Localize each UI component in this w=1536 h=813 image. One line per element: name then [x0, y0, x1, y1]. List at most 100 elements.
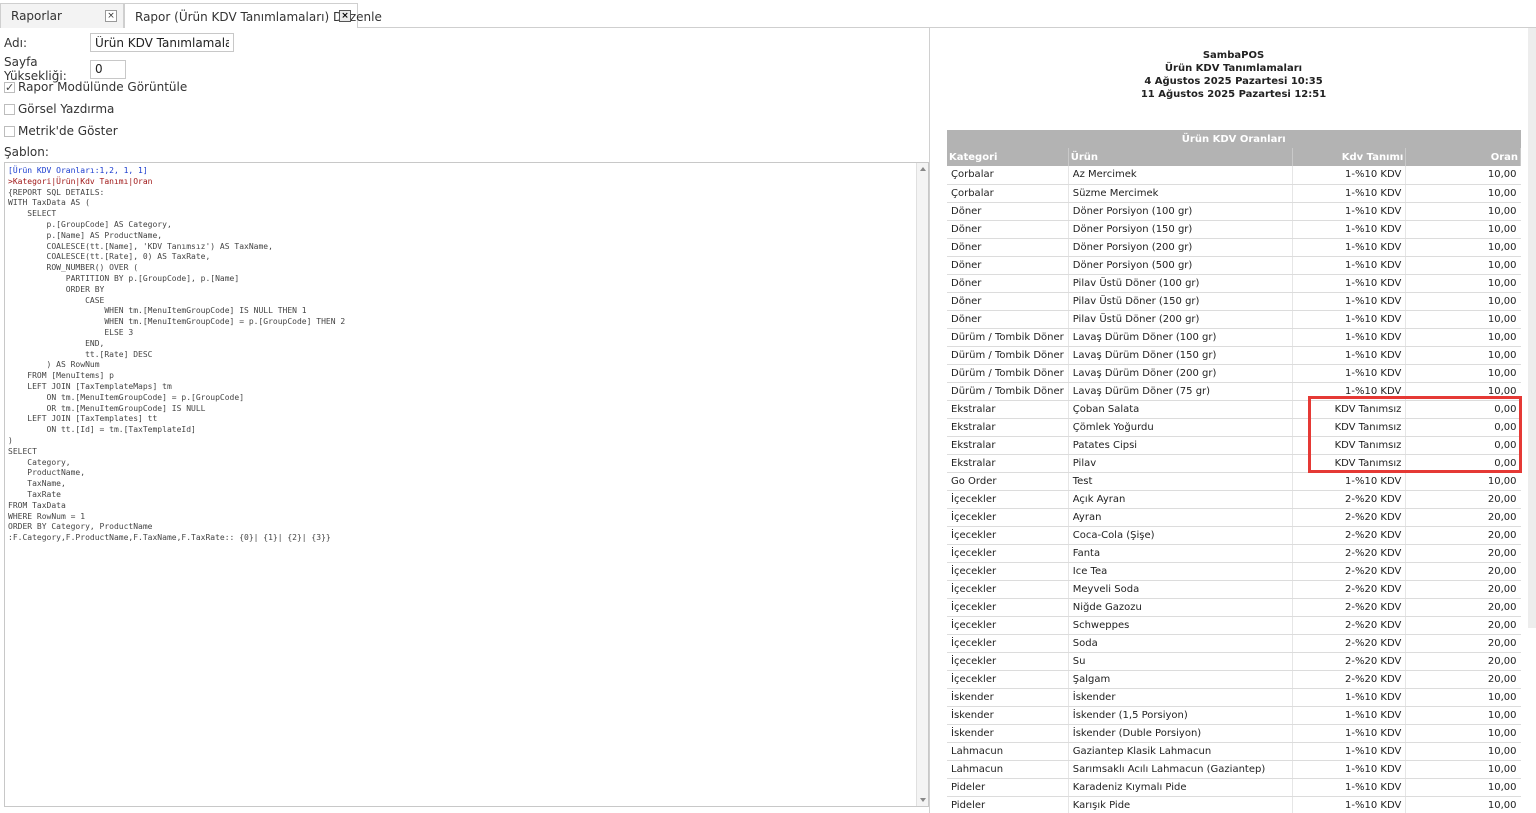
- table-row: İçecekler Fanta 2-%20 KDV 20,00: [947, 544, 1521, 563]
- tab-reports[interactable]: Raporlar ×: [0, 3, 124, 28]
- cell-category: Dürüm / Tombik Döner: [947, 328, 1069, 347]
- close-icon[interactable]: ×: [105, 10, 117, 22]
- code-line: END,: [8, 338, 105, 348]
- code-line: :F.Category,F.ProductName,F.TaxName,F.Ta…: [8, 533, 331, 543]
- table-header-row: Kategori Ürün Kdv Tanımı Oran: [947, 148, 1521, 166]
- table-row: Döner Pilav Üstü Döner (100 gr) 1-%10 KDV 1…: [947, 274, 1521, 293]
- table-row: İçecekler Açık Ayran 2-%20 KDV 20,00: [947, 490, 1521, 509]
- table-body: Çorbalar Az Mercimek 1-%10 KDV 10,00 Çorbala…: [947, 166, 1521, 813]
- cell-category: Çorbalar: [947, 184, 1069, 203]
- code-line: LEFT JOIN [TaxTemplateMaps] tm: [8, 381, 172, 391]
- cell-category: İçecekler: [947, 634, 1069, 653]
- cell-category: Döner: [947, 274, 1069, 293]
- cell-category: Döner: [947, 310, 1069, 329]
- code-line: p.[Name] AS ProductName,: [8, 230, 163, 240]
- code-line: ELSE 3: [8, 327, 134, 337]
- template-code[interactable]: [Ürün KDV Oranları:1,2, 1, 1] >Kategori|Ü…: [8, 166, 345, 544]
- report-company: SambaPOS: [1202, 50, 1265, 61]
- visual-print-label: Görsel Yazdırma: [18, 102, 115, 116]
- template-scrollbar[interactable]: [916, 163, 928, 806]
- visual-print-row[interactable]: Görsel Yazdırma: [4, 102, 114, 116]
- cell-category: Ekstralar: [947, 400, 1069, 419]
- tab-label: Raporlar: [11, 9, 62, 23]
- code-line: PARTITION BY p.[GroupCode], p.[Name]: [8, 273, 240, 283]
- table-row: Lahmacun Sarımsaklı Acılı Lahmacun (Gazia…: [947, 760, 1521, 779]
- close-icon[interactable]: ×: [339, 10, 351, 22]
- template-label-row: Şablon:: [4, 145, 49, 159]
- column-header: Kdv Tanımı: [1292, 148, 1407, 166]
- show-in-metric-checkbox[interactable]: [4, 125, 15, 137]
- cell-category: Döner: [947, 256, 1069, 275]
- show-in-reports-checkbox[interactable]: ✓: [4, 81, 15, 93]
- cell-tax-name: KDV Tanımsız: [1292, 454, 1407, 473]
- cell-product: Döner Porsiyon (150 gr): [1068, 220, 1294, 239]
- cell-rate: 10,00: [1405, 472, 1521, 491]
- cell-tax-name: 2-%20 KDV: [1292, 508, 1407, 527]
- table-row: Döner Döner Porsiyon (200 gr) 1-%10 KDV 10,…: [947, 238, 1521, 257]
- cell-rate: 10,00: [1405, 796, 1521, 813]
- cell-rate: 0,00: [1405, 454, 1521, 473]
- cell-rate: 10,00: [1405, 292, 1521, 311]
- cell-product: Ice Tea: [1068, 562, 1294, 581]
- code-line: ON tt.[Id] = tm.[TaxTemplateId]: [8, 425, 196, 435]
- cell-category: Döner: [947, 202, 1069, 221]
- cell-product: Gaziantep Klasik Lahmacun: [1068, 742, 1294, 761]
- code-line: SELECT: [8, 446, 37, 456]
- preview-scrollbar[interactable]: [1528, 28, 1536, 628]
- table-row: Go Order Test 1-%10 KDV 10,00: [947, 472, 1521, 491]
- cell-category: İçecekler: [947, 580, 1069, 599]
- cell-category: Ekstralar: [947, 418, 1069, 437]
- cell-category: İçecekler: [947, 544, 1069, 563]
- report-editor-pane: Adı: Sayfa Yüksekliği: ✓ Rapor Modülünde…: [0, 28, 930, 813]
- cell-rate: 10,00: [1405, 706, 1521, 725]
- table-row: Dürüm / Tombik Döner Lavaş Dürüm Döner (1…: [947, 346, 1521, 365]
- cell-category: Pideler: [947, 778, 1069, 797]
- cell-product: Patates Cipsi: [1068, 436, 1294, 455]
- cell-tax-name: KDV Tanımsız: [1292, 400, 1407, 419]
- template-editor[interactable]: [Ürün KDV Oranları:1,2, 1, 1] >Kategori|Ü…: [4, 162, 929, 807]
- cell-rate: 10,00: [1405, 274, 1521, 293]
- table-row: İçecekler Soda 2-%20 KDV 20,00: [947, 634, 1521, 653]
- visual-print-checkbox[interactable]: [4, 103, 15, 115]
- cell-rate: 10,00: [1405, 382, 1521, 401]
- table-row: İçecekler Şalgam 2-%20 KDV 20,00: [947, 670, 1521, 689]
- cell-product: Su: [1068, 652, 1294, 671]
- table-row: Dürüm / Tombik Döner Lavaş Dürüm Döner (7…: [947, 382, 1521, 401]
- cell-rate: 10,00: [1405, 238, 1521, 257]
- cell-tax-name: 1-%10 KDV: [1292, 328, 1407, 347]
- cell-rate: 10,00: [1405, 328, 1521, 347]
- tab-edit-report[interactable]: Rapor (Ürün KDV Tanımlamaları) Düzenle ×: [124, 3, 382, 29]
- cell-tax-name: 2-%20 KDV: [1292, 652, 1407, 671]
- cell-rate: 10,00: [1405, 184, 1521, 203]
- cell-product: Karadeniz Kıymalı Pide: [1068, 778, 1294, 797]
- cell-rate: 10,00: [1405, 310, 1521, 329]
- show-in-reports-row[interactable]: ✓ Rapor Modülünde Görüntüle: [4, 80, 187, 94]
- table-row: İçecekler Coca-Cola (Şişe) 2-%20 KDV 20,00: [947, 526, 1521, 545]
- cell-product: Karışık Pide: [1068, 796, 1294, 813]
- cell-product: Lavaş Dürüm Döner (100 gr): [1068, 328, 1294, 347]
- table-row: Çorbalar Süzme Mercimek 1-%10 KDV 10,00: [947, 184, 1521, 203]
- cell-product: Döner Porsiyon (200 gr): [1068, 238, 1294, 257]
- code-line: COALESCE(tt.[Rate], 0) AS TaxRate,: [8, 252, 211, 262]
- cell-tax-name: KDV Tanımsız: [1292, 418, 1407, 437]
- page-height-input[interactable]: [90, 59, 126, 79]
- show-in-metric-row[interactable]: Metrik'de Göster: [4, 124, 118, 138]
- show-in-metric-label: Metrik'de Göster: [18, 124, 118, 138]
- cell-tax-name: 1-%10 KDV: [1292, 292, 1407, 311]
- cell-category: İskender: [947, 688, 1069, 707]
- scroll-down-icon[interactable]: [920, 798, 926, 802]
- cell-category: Döner: [947, 238, 1069, 257]
- cell-rate: 10,00: [1405, 760, 1521, 779]
- name-input[interactable]: [90, 33, 234, 52]
- cell-tax-name: 1-%10 KDV: [1292, 706, 1407, 725]
- table-row: Pideler Karışık Pide 1-%10 KDV 10,00: [947, 796, 1521, 813]
- cell-product: Çömlek Yoğurdu: [1068, 418, 1294, 437]
- cell-category: Go Order: [947, 472, 1069, 491]
- cell-category: Dürüm / Tombik Döner: [947, 382, 1069, 401]
- scroll-up-icon[interactable]: [920, 167, 926, 171]
- cell-tax-name: 1-%10 KDV: [1292, 796, 1407, 813]
- cell-tax-name: 2-%20 KDV: [1292, 544, 1407, 563]
- cell-category: İçecekler: [947, 490, 1069, 509]
- cell-rate: 10,00: [1405, 256, 1521, 275]
- code-line: ORDER BY: [8, 284, 105, 294]
